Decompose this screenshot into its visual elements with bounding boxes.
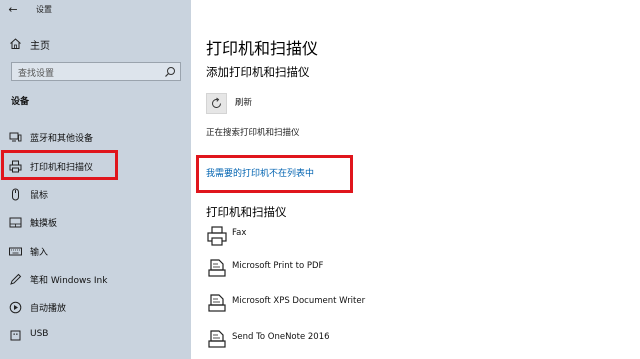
app-title: 设置	[36, 5, 52, 14]
printer-name: Fax	[232, 228, 247, 238]
sidebar-item-printers[interactable]: 打印机和扫描仪	[0, 150, 191, 180]
sidebar-item-bluetooth[interactable]: 蓝牙和其他设备	[0, 125, 191, 149]
home-nav-item[interactable]: 主页	[0, 33, 191, 55]
sidebar-item-label: 蓝牙和其他设备	[30, 134, 94, 144]
keyboard-icon	[9, 247, 22, 256]
search-icon[interactable]	[164, 66, 176, 78]
printer-item-xps[interactable]: Microsoft XPS Document Writer	[206, 293, 606, 323]
touchpad-icon	[9, 217, 22, 228]
printer-item-pdf[interactable]: Microsoft Print to PDF	[206, 258, 606, 288]
autoplay-icon	[9, 301, 22, 314]
mouse-icon	[12, 188, 19, 201]
sidebar-item-label: 笔和 Windows Ink	[30, 276, 108, 286]
missing-printer-link[interactable]: 我需要的打印机不在列表中	[206, 166, 314, 179]
home-label: 主页	[30, 41, 50, 52]
printers-section-title: 打印机和扫描仪	[206, 205, 287, 219]
usb-icon	[10, 330, 21, 341]
search-input[interactable]: 查找设置	[11, 62, 181, 81]
search-placeholder: 查找设置	[18, 69, 55, 79]
sidebar-item-label: 触摸板	[30, 219, 58, 229]
sidebar-item-mouse[interactable]: 鼠标	[0, 182, 191, 206]
printer-name: Send To OneNote 2016	[232, 332, 330, 342]
refresh-button[interactable]	[206, 93, 227, 114]
home-icon	[10, 38, 21, 49]
printer-item-onenote[interactable]: Send To OneNote 2016	[206, 329, 606, 359]
devices-section-title: 设备	[11, 97, 30, 107]
printer-item-fax[interactable]: Fax	[206, 225, 606, 255]
sidebar-item-touchpad[interactable]: 触摸板	[0, 210, 191, 234]
searching-status-text: 正在搜索打印机和扫描仪	[206, 128, 300, 138]
pen-icon	[10, 273, 22, 285]
refresh-label[interactable]: 刷新	[235, 96, 252, 108]
bluetooth-devices-icon	[9, 132, 22, 142]
printer-name: Microsoft XPS Document Writer	[232, 296, 366, 306]
document-printer-icon	[208, 259, 226, 277]
back-button[interactable]: ←	[6, 3, 20, 17]
sidebar-item-typing[interactable]: 输入	[0, 239, 191, 263]
refresh-icon	[212, 97, 221, 108]
title-bar: ← 设置	[0, 0, 191, 20]
document-printer-icon	[208, 294, 226, 312]
document-printer-icon	[208, 330, 226, 348]
fax-printer-icon	[207, 226, 227, 246]
sidebar-item-label: 打印机和扫描仪	[30, 163, 94, 173]
main-content: 打印机和扫描仪 添加打印机和扫描仪 刷新 正在搜索打印机和扫描仪 我需要的打印机…	[191, 0, 640, 359]
sidebar-item-usb[interactable]: USB	[0, 323, 191, 347]
page-title: 打印机和扫描仪	[206, 39, 319, 58]
printer-name: Microsoft Print to PDF	[232, 261, 324, 271]
sidebar-item-label: 鼠标	[30, 191, 49, 201]
sidebar-item-autoplay[interactable]: 自动播放	[0, 295, 191, 319]
printer-icon	[9, 160, 22, 173]
sidebar-item-label: 输入	[30, 248, 49, 258]
sidebar-item-label: USB	[30, 329, 49, 339]
settings-sidebar: ← 设置 主页 查找设置 设备 蓝牙和其他设备 打印机和扫描仪 鼠标 触摸板 输…	[0, 0, 191, 359]
sidebar-item-label: 自动播放	[30, 304, 67, 314]
sidebar-item-pen[interactable]: 笔和 Windows Ink	[0, 267, 191, 291]
add-printers-section-title: 添加打印机和扫描仪	[206, 65, 310, 79]
